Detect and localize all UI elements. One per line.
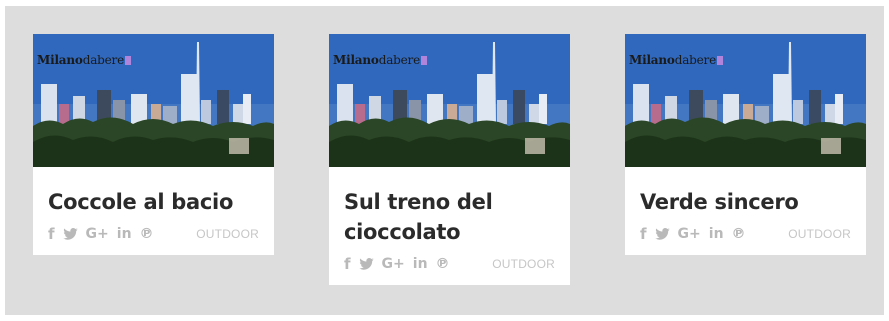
post-thumbnail[interactable]: Milanodabere bbox=[329, 34, 570, 167]
post-card[interactable]: Milanodabere Sul treno del cioccolato f … bbox=[329, 34, 570, 285]
google-plus-icon[interactable]: G+ bbox=[86, 225, 109, 243]
linkedin-icon[interactable]: in bbox=[413, 255, 428, 273]
post-title[interactable]: Verde sincero bbox=[640, 187, 851, 217]
social-share-bar: f G+ in ℗ bbox=[48, 225, 154, 243]
linkedin-icon[interactable]: in bbox=[117, 225, 132, 243]
post-grid: Milanodabere Coccole al bacio f G+ in ℗ … bbox=[5, 6, 884, 315]
post-thumbnail[interactable]: Milanodabere bbox=[625, 34, 866, 167]
social-share-bar: f G+ in ℗ bbox=[344, 255, 450, 273]
twitter-icon[interactable] bbox=[62, 228, 78, 240]
social-share-bar: f G+ in ℗ bbox=[640, 225, 746, 243]
brand-watermark: Milanodabere bbox=[333, 53, 427, 67]
facebook-icon[interactable]: f bbox=[344, 255, 351, 273]
facebook-icon[interactable]: f bbox=[48, 225, 55, 243]
facebook-icon[interactable]: f bbox=[640, 225, 647, 243]
pinterest-icon[interactable]: ℗ bbox=[436, 255, 450, 273]
pinterest-icon[interactable]: ℗ bbox=[732, 225, 746, 243]
google-plus-icon[interactable]: G+ bbox=[382, 255, 405, 273]
google-plus-icon[interactable]: G+ bbox=[678, 225, 701, 243]
category-link[interactable]: OUTDOOR bbox=[492, 257, 555, 271]
post-thumbnail[interactable]: Milanodabere bbox=[33, 34, 274, 167]
post-card[interactable]: Milanodabere Verde sincero f G+ in ℗ OUT… bbox=[625, 34, 866, 255]
twitter-icon[interactable] bbox=[358, 258, 374, 270]
post-card[interactable]: Milanodabere Coccole al bacio f G+ in ℗ … bbox=[33, 34, 274, 255]
brand-watermark: Milanodabere bbox=[37, 53, 131, 67]
post-title[interactable]: Sul treno del cioccolato bbox=[344, 187, 555, 247]
post-title[interactable]: Coccole al bacio bbox=[48, 187, 259, 217]
category-link[interactable]: OUTDOOR bbox=[196, 227, 259, 241]
pinterest-icon[interactable]: ℗ bbox=[140, 225, 154, 243]
category-link[interactable]: OUTDOOR bbox=[788, 227, 851, 241]
linkedin-icon[interactable]: in bbox=[709, 225, 724, 243]
brand-watermark: Milanodabere bbox=[629, 53, 723, 67]
twitter-icon[interactable] bbox=[654, 228, 670, 240]
